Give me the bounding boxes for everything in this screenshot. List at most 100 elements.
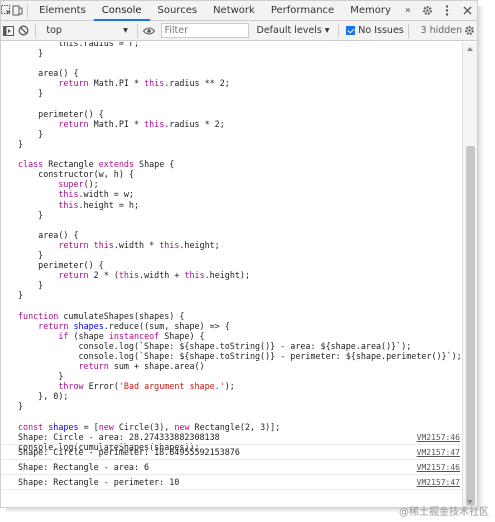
code-token: this — [144, 78, 165, 89]
code-line: return sum + shape.area() — [18, 361, 464, 371]
close-icon[interactable] — [457, 1, 477, 21]
tab-network[interactable]: Network — [205, 1, 263, 21]
code-token: 'Bad argument shape.' — [118, 381, 225, 392]
scroll-up-icon[interactable] — [467, 47, 473, 51]
watermark: @稀土掘金技术社区 — [399, 507, 489, 518]
code-token: (shape — [68, 330, 109, 341]
code-token: return — [58, 78, 89, 89]
tab-sources[interactable]: Sources — [150, 1, 206, 21]
code-token: Math.PI * — [88, 118, 145, 129]
code-line: perimeter() { — [18, 260, 464, 270]
code-token: } — [18, 371, 64, 382]
code-token: return — [58, 270, 89, 281]
chevron-down-icon: ▾ — [123, 25, 128, 36]
settings-icon[interactable] — [417, 1, 437, 21]
clear-console-icon[interactable] — [16, 21, 31, 41]
code-line: if (shape instanceof Shape) { — [18, 331, 464, 341]
context-label: top — [46, 25, 62, 36]
code-line: area() { — [18, 230, 464, 240]
console-output[interactable]: this.radius = r; } area() { return Math.… — [1, 42, 464, 507]
code-token: sum + shape.area() — [108, 361, 205, 371]
sidebar-icon[interactable] — [1, 21, 16, 41]
console-scrollbar[interactable] — [462, 42, 477, 507]
code-line: console.log(`Shape: ${shape.toString()} … — [18, 351, 464, 361]
code-token: .reduce((sum, shape) => { — [103, 320, 230, 331]
code-line: } — [18, 48, 464, 58]
filter-input[interactable] — [160, 23, 249, 38]
code-line: return Math.PI * this.radius * 2; — [18, 119, 464, 129]
code-token: } — [18, 138, 24, 149]
code-line: }, 0); — [18, 391, 464, 401]
code-token: this — [184, 270, 205, 281]
code-line: perimeter() { — [18, 109, 464, 119]
scrollbar-thumb[interactable] — [466, 146, 475, 506]
code-token: Error( — [83, 381, 119, 392]
tab-elements[interactable]: Elements — [31, 1, 94, 21]
code-line: } — [18, 280, 464, 290]
code-token: area() { — [18, 68, 79, 79]
log-source-link[interactable]: VM2157:46 — [417, 463, 460, 472]
code-line: class Rectangle extends Shape { — [18, 159, 464, 169]
code-line: } — [18, 210, 464, 220]
more-icon[interactable] — [437, 1, 457, 21]
inspect-icon[interactable] — [1, 1, 12, 21]
log-row: Shape: Rectangle - perimeter: 10 VM2157:4… — [1, 475, 464, 490]
code-token: constructor(w, h) { — [18, 169, 134, 180]
code-token: function — [18, 310, 59, 321]
code-token: console.log(`Shape: ${shape.toString()} … — [18, 350, 462, 361]
code-line: } — [18, 371, 464, 381]
code-line: this.height = h; — [18, 200, 464, 210]
log-source-link[interactable]: VM2157:46 — [417, 433, 460, 442]
code-token: extends — [98, 159, 134, 170]
code-token: (); — [83, 179, 99, 190]
code-token: this — [144, 118, 165, 129]
code-line: } — [18, 401, 464, 411]
code-token: shapes — [73, 320, 104, 331]
code-token: this — [118, 270, 140, 281]
code-token: return — [58, 239, 89, 250]
no-issues-button[interactable]: No Issues — [346, 25, 404, 36]
code-token: .height; — [179, 239, 220, 250]
code-token: cumulateShapes(shapes) { — [58, 310, 185, 321]
code-token: } — [18, 88, 44, 99]
issues-checkbox-icon — [346, 26, 356, 35]
code-token: this — [159, 239, 180, 250]
code-token: .width = w; — [78, 189, 134, 200]
code-token: area() { — [18, 229, 79, 240]
context-selector[interactable]: top ▾ — [41, 23, 133, 39]
code-line: return Math.PI * this.radius ** 2; — [18, 78, 464, 88]
log-source-link[interactable]: VM2157:47 — [417, 448, 460, 457]
tab-console[interactable]: Console — [93, 1, 150, 21]
eye-icon[interactable] — [142, 21, 157, 41]
console-toolbar: top ▾ Default levels ▾ No Issues 3 hidde… — [1, 21, 477, 41]
code-token: } — [18, 290, 24, 301]
log-levels-dropdown[interactable]: Default levels ▾ — [253, 23, 334, 39]
code-token: throw — [58, 381, 84, 392]
code-token: } — [18, 128, 44, 139]
code-block: this.radius = r; } area() { return Math.… — [1, 42, 464, 452]
console-settings-icon[interactable] — [462, 21, 477, 41]
log-source-link[interactable]: VM2157:47 — [417, 478, 460, 487]
log-message: Shape: Rectangle - perimeter: 10 — [18, 477, 180, 487]
code-token: perimeter() { — [18, 260, 104, 271]
log-message: Shape: Rectangle - area: 6 — [18, 462, 150, 472]
code-token: .radius ** 2; — [164, 78, 230, 89]
code-line: return shapes.reduce((sum, shape) => { — [18, 321, 464, 331]
tab-memory[interactable]: Memory — [342, 1, 399, 21]
devtools-window: Elements Console Sources Network Perform… — [0, 0, 478, 508]
code-token: Shape) { — [159, 330, 205, 341]
code-line: } — [18, 129, 464, 139]
tab-performance[interactable]: Performance — [263, 1, 342, 21]
code-token: class — [18, 159, 44, 170]
more-tabs-button[interactable]: » — [399, 5, 417, 16]
code-line: this.width = w; — [18, 189, 464, 199]
device-toggle-icon[interactable] — [12, 1, 23, 21]
code-line: } — [18, 250, 464, 260]
code-token: perimeter() { — [18, 108, 104, 119]
